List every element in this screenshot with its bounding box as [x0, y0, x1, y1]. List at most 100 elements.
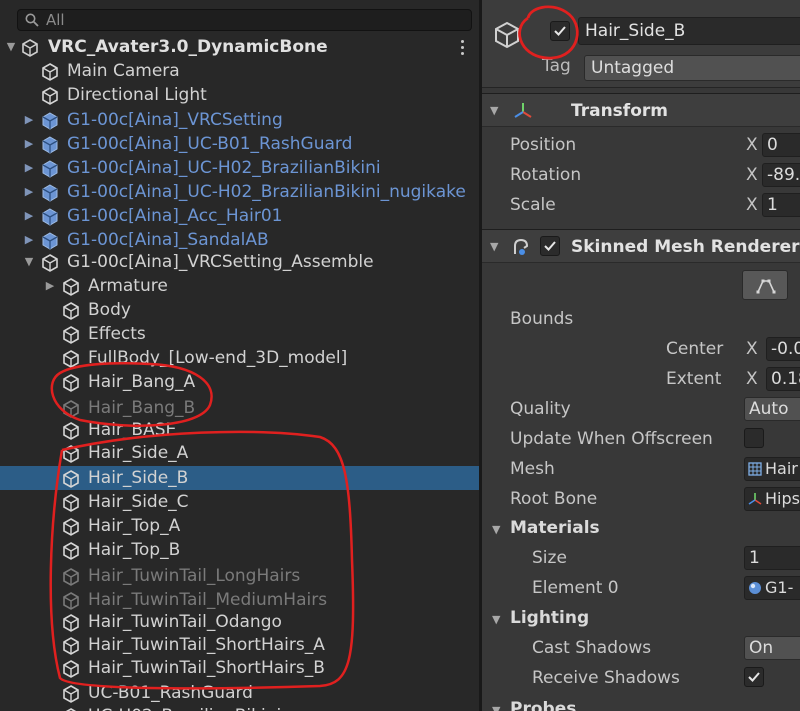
hierarchy-item[interactable]: Hair_TuwinTail_MediumHairs — [0, 588, 479, 612]
hierarchy-item[interactable]: ▶ G1-00c[Aina]_UC-H02_BrazilianBikini — [0, 156, 479, 180]
position-x-axis: X — [746, 135, 758, 155]
hierarchy-item[interactable]: Hair_TuwinTail_Odango — [0, 610, 479, 634]
center-x-field[interactable]: -0.0 — [766, 337, 800, 361]
hierarchy-item[interactable]: Hair_TuwinTail_LongHairs — [0, 564, 479, 588]
hierarchy-item[interactable]: Directional Light — [0, 83, 479, 107]
hierarchy-item-label: UC-H02_BrazilianBikini — [88, 704, 281, 711]
hierarchy-item[interactable]: UC-B01_RashGuard — [0, 681, 479, 705]
hierarchy-search-field[interactable]: All — [17, 9, 472, 31]
chevron-down-icon[interactable]: ▼ — [22, 250, 36, 274]
hierarchy-item[interactable]: ▶ G1-00c[Aina]_SandalAB — [0, 228, 479, 252]
materials-section[interactable]: Materials — [510, 518, 600, 538]
prefab-icon — [42, 232, 58, 250]
hierarchy-item[interactable]: Hair_Top_B — [0, 538, 479, 562]
cast-shadows-dropdown[interactable]: On — [744, 636, 800, 660]
cast-shadows-label: Cast Shadows — [532, 638, 652, 658]
more-options-icon[interactable] — [459, 37, 465, 57]
tag-dropdown[interactable]: Untagged — [584, 55, 800, 81]
hierarchy-item[interactable]: Main Camera — [0, 59, 479, 83]
receive-shadows-checkbox[interactable] — [744, 667, 764, 687]
smr-enabled-checkbox[interactable] — [540, 236, 560, 256]
chevron-right-icon[interactable]: ▶ — [22, 180, 36, 204]
gameobject-icon — [63, 422, 79, 440]
prefab-icon — [42, 136, 58, 154]
hierarchy-item[interactable]: Hair_TuwinTail_ShortHairs_A — [0, 633, 479, 657]
gameobject-icon — [63, 374, 79, 392]
hierarchy-item-label: G1-00c[Aina]_UC-B01_RashGuard — [67, 134, 353, 154]
gameobject-icon — [42, 254, 58, 272]
hierarchy-item-label: Hair_TuwinTail_MediumHairs — [88, 590, 328, 610]
extent-x-axis: X — [746, 369, 758, 389]
scene-name: VRC_Avater3.0_DynamicBone — [48, 37, 328, 57]
gameobject-icon — [63, 518, 79, 536]
edit-bounds-button[interactable] — [742, 270, 788, 300]
extent-x-field[interactable]: 0.18 — [766, 367, 800, 391]
position-x-field[interactable]: 0 — [762, 133, 800, 157]
element0-label: Element 0 — [532, 578, 619, 598]
quality-dropdown[interactable]: Auto — [744, 397, 800, 421]
element0-field[interactable]: G1- — [744, 576, 800, 600]
hierarchy-item[interactable]: Hair_Side_A — [0, 441, 479, 465]
checkmark-icon — [748, 672, 760, 682]
rotation-label: Rotation — [510, 165, 582, 185]
hierarchy-item[interactable]: UC-H02_BrazilianBikini — [0, 704, 479, 711]
gameobject-icon — [63, 568, 79, 586]
hierarchy-item-label: Directional Light — [67, 85, 207, 105]
hierarchy-item[interactable]: ▶ G1-00c[Aina]_UC-B01_RashGuard — [0, 132, 479, 156]
hierarchy-item-label: UC-B01_RashGuard — [88, 683, 253, 703]
skinned-mesh-icon — [514, 238, 529, 255]
chevron-down-icon[interactable]: ▼ — [4, 35, 18, 59]
hierarchy-item-label: FullBody_[Low-end_3D_model] — [88, 348, 348, 368]
edit-bounds-icon — [756, 279, 776, 294]
hierarchy-item[interactable]: Hair_Bang_A — [0, 370, 479, 394]
hierarchy-item[interactable]: Hair_Top_A — [0, 514, 479, 538]
hierarchy-item[interactable]: Effects — [0, 322, 479, 346]
hierarchy-item[interactable]: Hair_Bang_B — [0, 396, 479, 420]
probes-section[interactable]: Probes — [510, 699, 576, 711]
hierarchy-item[interactable]: ▶ G1-00c[Aina]_Acc_Hair01 — [0, 204, 479, 228]
chevron-down-icon[interactable]: ▼ — [492, 523, 500, 536]
rotation-x-field[interactable]: -89. — [762, 163, 800, 187]
active-checkbox[interactable] — [550, 21, 570, 41]
quality-label: Quality — [510, 399, 571, 419]
materials-size-field[interactable]: 1 — [744, 546, 800, 570]
chevron-down-icon[interactable]: ▼ — [492, 613, 500, 626]
root-bone-label: Root Bone — [510, 489, 598, 509]
hierarchy-item[interactable]: Hair_TuwinTail_ShortHairs_B — [0, 656, 479, 680]
hierarchy-item[interactable]: ▶ Armature — [0, 274, 479, 298]
hierarchy-item[interactable]: Hair_BASE — [0, 418, 479, 442]
skinned-mesh-renderer-header[interactable]: ▼ Skinned Mesh Renderer — [482, 229, 800, 263]
chevron-down-icon[interactable]: ▼ — [490, 230, 498, 264]
transform-header[interactable]: ▼ Transform — [482, 93, 800, 127]
hierarchy-item-label: Hair_Top_B — [88, 540, 181, 560]
center-x-axis: X — [746, 339, 758, 359]
hierarchy-item[interactable]: ▶ G1-00c[Aina]_VRCSetting — [0, 108, 479, 132]
hierarchy-item[interactable]: Body — [0, 298, 479, 322]
update-offscreen-checkbox[interactable] — [744, 428, 764, 448]
mesh-field[interactable]: Hair — [744, 457, 800, 481]
unity-scene-icon — [22, 39, 38, 57]
hierarchy-item[interactable]: FullBody_[Low-end_3D_model] — [0, 346, 479, 370]
chevron-right-icon[interactable]: ▶ — [22, 108, 36, 132]
hierarchy-item[interactable]: Hair_Side_C — [0, 490, 479, 514]
chevron-down-icon[interactable]: ▼ — [492, 704, 500, 711]
chevron-right-icon[interactable]: ▶ — [43, 274, 57, 298]
scene-row[interactable]: ▼ VRC_Avater3.0_DynamicBone — [0, 35, 479, 59]
hierarchy-item-label: Hair_Side_A — [88, 443, 189, 463]
chevron-down-icon[interactable]: ▼ — [490, 94, 498, 128]
chevron-right-icon[interactable]: ▶ — [22, 228, 36, 252]
chevron-right-icon[interactable]: ▶ — [22, 204, 36, 228]
checkmark-icon — [544, 241, 556, 251]
lighting-section[interactable]: Lighting — [510, 608, 589, 628]
extent-label: Extent — [666, 369, 722, 389]
hierarchy-item-label: Effects — [88, 324, 146, 344]
root-bone-field[interactable]: Hips — [744, 487, 800, 511]
chevron-right-icon[interactable]: ▶ — [22, 132, 36, 156]
hierarchy-item[interactable]: Hair_Side_B — [0, 466, 479, 490]
object-name-field[interactable]: Hair_Side_B — [578, 17, 800, 45]
chevron-right-icon[interactable]: ▶ — [22, 156, 36, 180]
hierarchy-item[interactable]: ▼ G1-00c[Aina]_VRCSetting_Assemble — [0, 250, 479, 274]
scale-x-field[interactable]: 1 — [762, 193, 800, 217]
hierarchy-item-label: Hair_TuwinTail_Odango — [88, 612, 282, 632]
hierarchy-item[interactable]: ▶ G1-00c[Aina]_UC-H02_BrazilianBikini_nug… — [0, 180, 479, 204]
